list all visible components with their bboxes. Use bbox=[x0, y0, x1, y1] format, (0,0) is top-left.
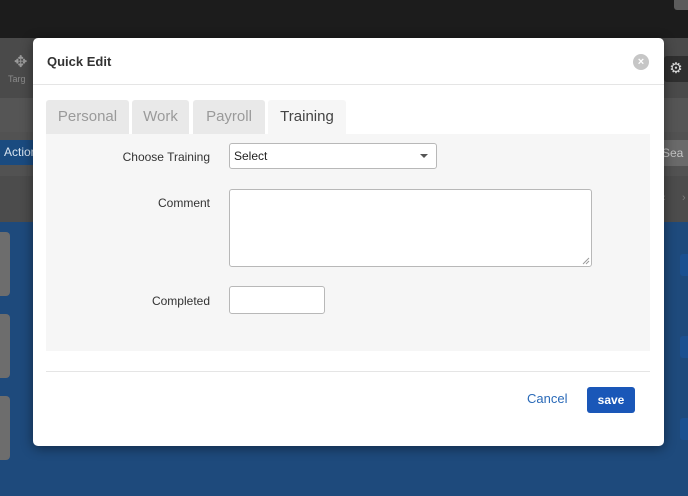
row-action-button[interactable] bbox=[680, 254, 688, 276]
tab-payroll[interactable]: Payroll bbox=[193, 100, 265, 134]
choose-training-value: Select bbox=[234, 149, 268, 163]
row-action-button[interactable] bbox=[680, 336, 688, 358]
chevron-right-icon[interactable]: › bbox=[682, 192, 686, 204]
list-item-thumbnail[interactable] bbox=[0, 314, 10, 378]
quick-edit-dialog: Quick Edit × Personal Work Payroll Train… bbox=[33, 38, 664, 446]
comment-textarea[interactable] bbox=[229, 189, 592, 267]
resize-grip-icon[interactable] bbox=[582, 257, 590, 265]
completed-label: Completed bbox=[151, 294, 210, 308]
user-icon[interactable] bbox=[674, 0, 688, 10]
footer-divider bbox=[46, 371, 650, 372]
choose-training-select[interactable]: Select bbox=[229, 143, 437, 169]
target-icon[interactable]: ✥ bbox=[14, 52, 27, 72]
row-action-button[interactable] bbox=[680, 418, 688, 440]
completed-date-input[interactable] bbox=[229, 286, 325, 314]
list-item-thumbnail[interactable] bbox=[0, 232, 10, 296]
tab-personal[interactable]: Personal bbox=[46, 100, 129, 134]
tab-work[interactable]: Work bbox=[132, 100, 189, 134]
chevron-down-icon bbox=[420, 154, 428, 158]
choose-training-label: Choose Training bbox=[122, 150, 210, 164]
toolbar-label-target: Targ bbox=[8, 74, 26, 84]
dialog-header: Quick Edit × bbox=[33, 38, 664, 85]
list-item-thumbnail[interactable] bbox=[0, 396, 10, 460]
comment-label: Comment bbox=[157, 196, 210, 210]
dialog-title: Quick Edit bbox=[47, 54, 112, 69]
close-icon[interactable]: × bbox=[633, 54, 649, 70]
tab-training[interactable]: Training bbox=[268, 100, 346, 134]
cancel-button[interactable]: Cancel bbox=[527, 391, 567, 406]
gear-icon[interactable]: ⚙ bbox=[664, 56, 688, 82]
app-top-bar bbox=[0, 0, 688, 38]
save-button[interactable]: save bbox=[587, 387, 635, 413]
